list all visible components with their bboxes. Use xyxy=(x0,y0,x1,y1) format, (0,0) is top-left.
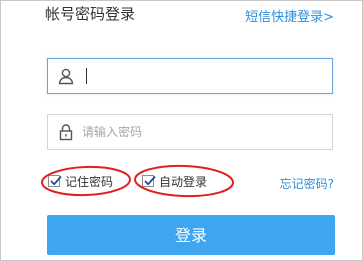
remember-password-option[interactable]: 记住密码 xyxy=(48,171,113,191)
sms-login-link[interactable]: 短信快捷登录> xyxy=(245,6,334,25)
username-input[interactable] xyxy=(82,64,322,88)
password-field[interactable] xyxy=(47,114,333,150)
remember-password-label: 记住密码 xyxy=(65,174,114,189)
lock-icon xyxy=(57,123,75,141)
password-input[interactable] xyxy=(82,120,322,144)
username-field[interactable] xyxy=(47,58,333,94)
auto-login-option[interactable]: 自动登录 xyxy=(142,171,207,191)
text-cursor xyxy=(86,68,87,84)
user-icon xyxy=(57,67,75,85)
remember-password-checkbox[interactable] xyxy=(48,175,62,187)
login-button[interactable]: 登录 xyxy=(47,215,335,255)
forgot-password-link[interactable]: 忘记密码? xyxy=(280,175,334,192)
login-panel: 帐号密码登录 短信快捷登录> 记住密码 自动登录 忘记密码? 登录 xyxy=(0,0,363,261)
auto-login-checkbox[interactable] xyxy=(142,175,156,187)
auto-login-label: 自动登录 xyxy=(159,174,208,189)
page-title: 帐号密码登录 xyxy=(45,5,136,23)
